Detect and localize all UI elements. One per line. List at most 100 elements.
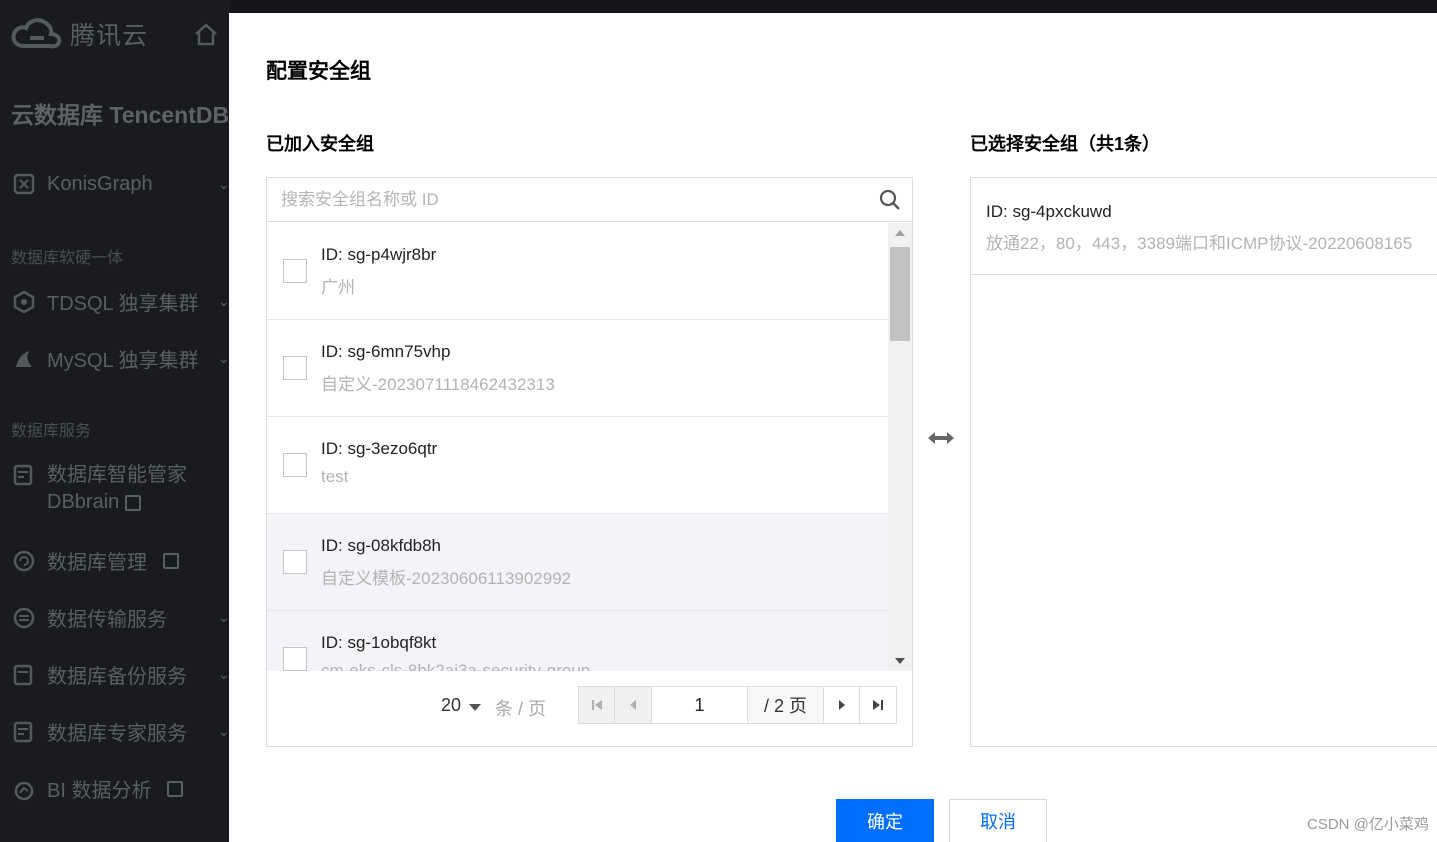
first-page-button[interactable] [578, 686, 615, 724]
group-name: cm-eks-cls-8bk2ai3a-security-group [321, 661, 591, 671]
sidebar-item-db-manage[interactable]: 数据库管理 [11, 546, 179, 575]
sidebar-item-transfer[interactable]: 数据传输服务 ⌄ [11, 603, 230, 632]
page-size-select[interactable]: 20 [441, 695, 482, 716]
sidebar-item-sublabel: DBbrain [47, 491, 120, 513]
sidebar: 腾讯云 云数据库 TencentDB KonisGraph ⌄ 数据库软硬一体 … [0, 0, 230, 842]
scroll-thumb[interactable] [890, 247, 910, 341]
sidebar-item-label: KonisGraph [47, 172, 153, 195]
expert-icon [11, 719, 37, 745]
sidebar-item-label: 数据库管理 [47, 552, 147, 574]
chevron-down-icon: ⌄ [218, 723, 230, 739]
row-checkbox[interactable] [283, 453, 307, 477]
group-id: ID: sg-3ezo6qtr [321, 439, 438, 458]
sidebar-item-dbbrain[interactable]: 数据库智能管家 DBbrain [11, 462, 187, 516]
group-name: test [321, 467, 349, 486]
external-link-icon [167, 780, 184, 797]
group-id: ID: sg-p4wjr8br [321, 245, 437, 264]
analytics-icon [11, 776, 37, 802]
backup-icon [11, 662, 37, 688]
prev-page-icon [630, 700, 636, 710]
available-groups-panel: ID: sg-p4wjr8br 广州 ID: sg-6mn75vhp 自定义-2… [266, 177, 913, 747]
selected-groups-title: 已选择安全组（共1条） [970, 134, 1161, 154]
group-id: ID: sg-6mn75vhp [321, 342, 451, 361]
list-item[interactable]: ID: sg-1obqf8kt cm-eks-cls-8bk2ai3a-secu… [267, 611, 888, 671]
next-page-icon [838, 700, 845, 710]
group-id: ID: sg-1obqf8kt [321, 633, 437, 652]
sidebar-item-label: BI 数据分析 [47, 780, 152, 802]
cancel-button[interactable]: 取消 [949, 799, 1047, 842]
total-pages-label: / 2 页 [763, 696, 807, 716]
page-size-value: 20 [441, 695, 462, 715]
group-name: 自定义模板-20230606113902992 [321, 569, 572, 588]
sidebar-item-bi[interactable]: BI 数据分析 [11, 774, 184, 803]
group-id: ID: sg-08kfdb8h [321, 536, 442, 555]
brand-name: 腾讯云 [70, 22, 149, 50]
last-page-button[interactable] [859, 686, 897, 724]
row-checkbox[interactable] [283, 259, 307, 283]
list-item[interactable]: ID: sg-08kfdb8h 自定义模板-20230606113902992 [267, 514, 888, 611]
confirm-button[interactable]: 确定 [836, 799, 934, 842]
row-checkbox[interactable] [283, 550, 307, 574]
prev-page-button[interactable] [614, 686, 652, 724]
page-input[interactable] [669, 694, 730, 716]
total-pages: / 2 页 [747, 686, 824, 724]
sidebar-item-tdsql[interactable]: TDSQL 独享集群 ⌄ [11, 287, 230, 316]
transfer-icon [11, 605, 37, 631]
cloud-logo-icon [11, 18, 62, 49]
product-title: 云数据库 TencentDB [11, 102, 230, 128]
joined-groups-title: 已加入安全组 [266, 134, 374, 154]
page-size-unit: 条 / 页 [495, 699, 547, 719]
chevron-down-icon: ⌄ [218, 350, 230, 366]
next-page-button[interactable] [823, 686, 860, 724]
sidebar-item-konisgraph[interactable]: KonisGraph ⌄ [11, 171, 230, 197]
sidebar-item-label: MySQL 独享集群 [47, 350, 199, 372]
page-number-field[interactable] [651, 686, 748, 724]
row-checkbox[interactable] [283, 356, 307, 380]
selected-group-id: ID: sg-4pxckuwd [986, 202, 1112, 221]
db-icon [11, 462, 37, 488]
watermark: CSDN @亿小菜鸡 [1307, 816, 1429, 833]
transfer-arrows-icon [928, 432, 954, 444]
home-icon[interactable] [192, 20, 220, 48]
selected-item[interactable]: ID: sg-4pxckuwd 放通22，80，443，3389端口和ICMP协… [971, 178, 1437, 275]
sidebar-item-label: TDSQL 独享集群 [47, 293, 199, 315]
selected-group-name: 放通22，80，443，3389端口和ICMP协议-20220608165 [986, 234, 1413, 253]
refresh-icon [11, 548, 37, 574]
chevron-down-icon: ⌄ [218, 609, 230, 625]
group-name: 自定义-20230711184624323​13 [321, 375, 555, 394]
sidebar-item-backup[interactable]: 数据库备份服务 ⌄ [11, 660, 230, 689]
chevron-down-icon: ⌄ [218, 293, 230, 309]
chevron-down-icon: ⌄ [218, 175, 230, 192]
nav-group-label: 数据库软硬一体 [11, 250, 124, 267]
external-link-icon [163, 552, 179, 569]
sidebar-item-label: 数据库智能管家 [47, 464, 187, 486]
chevron-down-icon: ⌄ [218, 666, 230, 682]
pagination: 20 条 / 页 / 2 页 [267, 671, 912, 746]
brand-logo: 腾讯云 [10, 14, 148, 54]
sidebar-item-label: 数据库专家服务 [47, 723, 187, 745]
nav-group-label: 数据库服务 [11, 423, 92, 440]
caret-down-icon [469, 704, 482, 711]
row-checkbox[interactable] [283, 647, 307, 671]
list-scrollbar[interactable] [888, 223, 912, 671]
external-link-icon [125, 494, 142, 511]
scroll-down-icon[interactable] [888, 651, 912, 671]
search-input[interactable] [281, 187, 861, 213]
search-icon[interactable] [878, 188, 902, 212]
group-name: 广州 [321, 278, 355, 297]
scroll-up-icon[interactable] [888, 223, 912, 243]
security-group-list: ID: sg-p4wjr8br 广州 ID: sg-6mn75vhp 自定义-2… [267, 223, 888, 671]
dolphin-icon [11, 346, 37, 372]
hexagon-icon [11, 289, 37, 315]
list-item[interactable]: ID: sg-6mn75vhp 自定义-20230711184624323​13 [267, 320, 888, 417]
last-page-icon [873, 700, 883, 710]
first-page-icon [591, 700, 602, 710]
graph-icon [11, 171, 37, 197]
sidebar-item-mysql[interactable]: MySQL 独享集群 ⌄ [11, 344, 230, 373]
security-group-dialog: 配置安全组 已加入安全组 已选择安全组（共1条） ID: sg-p4wjr8br… [229, 13, 1437, 842]
selected-groups-panel: ID: sg-4pxckuwd 放通22，80，443，3389端口和ICMP协… [970, 177, 1437, 747]
list-item[interactable]: ID: sg-3ezo6qtr test [267, 417, 888, 514]
sidebar-item-expert[interactable]: 数据库专家服务 ⌄ [11, 717, 230, 746]
list-item[interactable]: ID: sg-p4wjr8br 广州 [267, 223, 888, 320]
search-bar [267, 178, 912, 222]
